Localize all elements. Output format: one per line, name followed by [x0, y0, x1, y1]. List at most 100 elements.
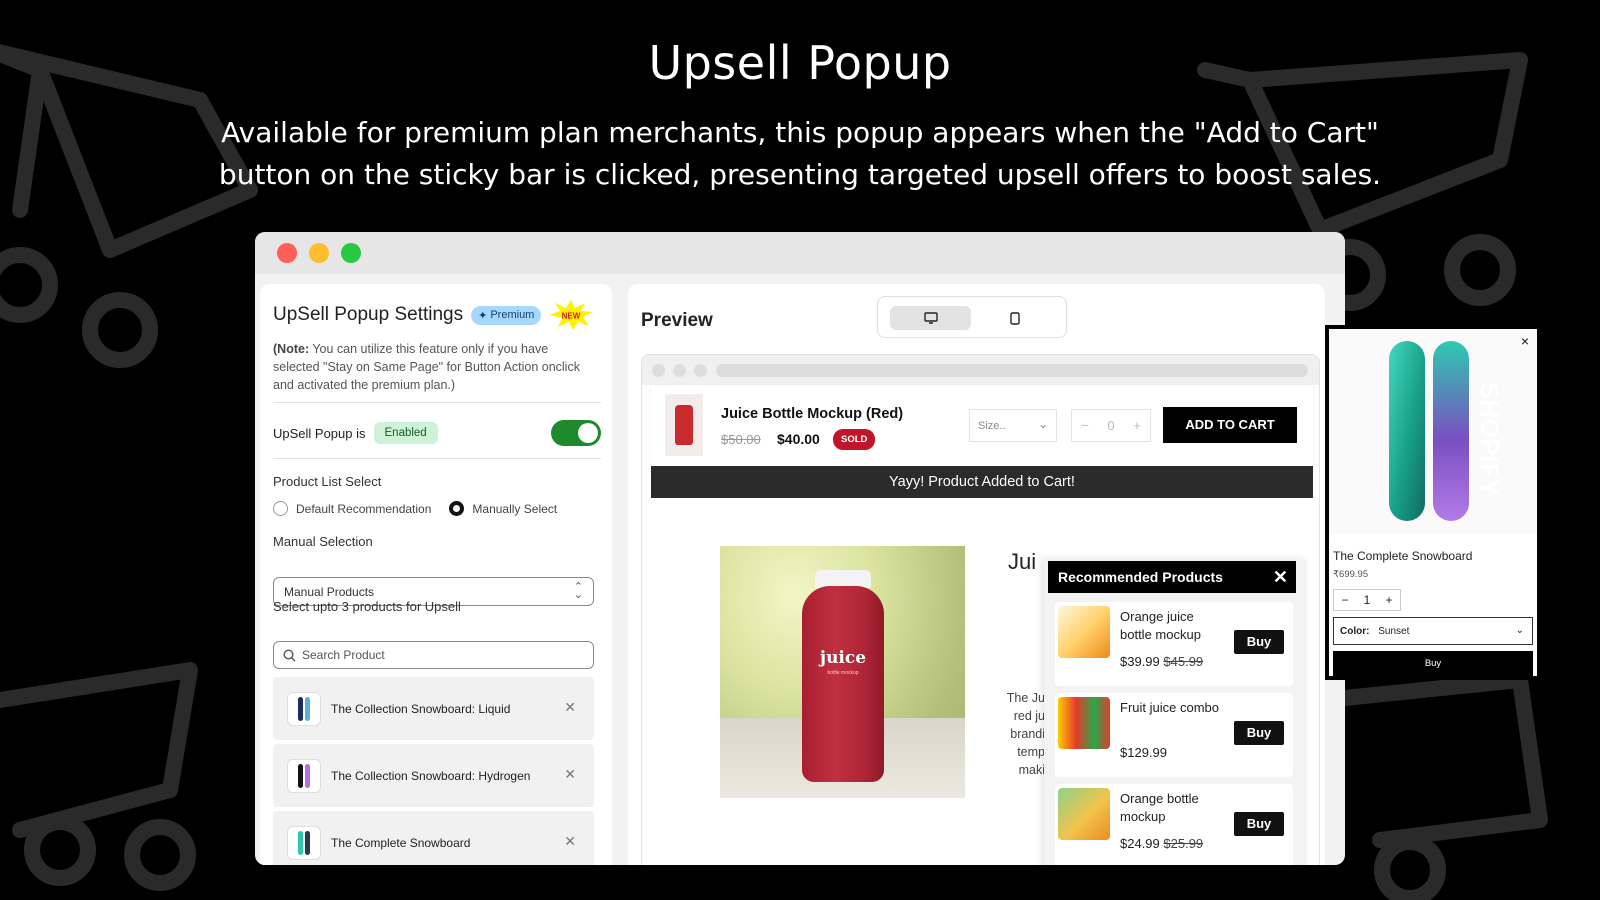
new-badge-icon: NEW [549, 300, 594, 330]
close-icon[interactable]: ✕ [1273, 567, 1288, 588]
recommended-name: Orange juice bottle mockup [1120, 609, 1201, 642]
search-icon [283, 649, 296, 662]
recommended-header: Recommended Products ✕ [1048, 561, 1296, 593]
remove-product-icon[interactable]: ✕ [564, 766, 576, 783]
new-badge-label: NEW [562, 312, 581, 321]
recommended-price-row: $39.99 $45.99 [1120, 654, 1203, 669]
qty-minus-button[interactable]: − [1342, 593, 1349, 607]
manual-selection-value: Manual Products [284, 585, 375, 599]
recommended-item: Fruit juice combo $129.99 Buy [1055, 693, 1293, 777]
premium-badge: ✦ Premium [471, 305, 542, 325]
mobile-icon [1009, 311, 1020, 325]
radio-manually-select[interactable] [449, 501, 465, 516]
recommended-price-row: $24.99 $25.99 [1120, 836, 1203, 851]
sticky-product-name: Juice Bottle Mockup (Red) [721, 406, 904, 422]
browser-dot [673, 364, 686, 377]
recommended-thumbnail [1058, 788, 1110, 840]
hero-title: Upsell Popup [648, 36, 952, 90]
snowboard-quantity-stepper: − 1 + [1333, 589, 1401, 611]
product-list-radio-group: Default Recommendation Manually Select [273, 501, 557, 516]
desktop-icon [923, 312, 938, 324]
divider [273, 402, 601, 403]
radio-default-label: Default Recommendation [296, 501, 432, 516]
close-icon[interactable]: × [1521, 333, 1529, 349]
sticky-price: $40.00 [777, 431, 820, 447]
recommended-price: $24.99 [1120, 836, 1160, 851]
qty-value[interactable]: 0 [1107, 418, 1114, 433]
minimize-window-button[interactable] [309, 243, 329, 263]
quantity-stepper: − 0 + [1071, 409, 1151, 442]
snowboard-brand-text: SHOPIFY [1475, 382, 1505, 496]
remove-product-icon[interactable]: ✕ [564, 833, 576, 850]
window-titlebar [255, 232, 1345, 274]
hero-subtitle: Available for premium plan merchants, th… [218, 116, 1382, 191]
chevron-down-icon: ⌄ [1037, 417, 1048, 431]
qty-value[interactable]: 1 [1364, 593, 1371, 607]
enabled-status-badge: Enabled [373, 422, 438, 444]
juice-product-image: juice bottle mockup [720, 546, 965, 798]
color-label: Color: [1340, 626, 1370, 637]
recommended-buy-button[interactable]: Buy [1234, 812, 1284, 836]
mobile-view-button[interactable] [974, 306, 1055, 330]
description-line: red ju [1013, 709, 1045, 723]
chevron-down-icon: ⌄ [1515, 625, 1524, 636]
select-upto-label: Select upto 3 products for Upsell [273, 599, 461, 614]
search-placeholder: Search Product [302, 648, 385, 662]
qty-plus-button[interactable]: + [1133, 418, 1141, 433]
description-line: temp [1017, 745, 1045, 759]
radio-default-recommendation[interactable] [273, 501, 288, 516]
recommended-price: $129.99 [1120, 745, 1167, 760]
app-window: UpSell Popup Settings ✦ Premium NEW (Not… [255, 232, 1345, 865]
sticky-compare-price: $50.00 [721, 432, 761, 447]
recommended-compare-price: $25.99 [1163, 836, 1204, 851]
selected-product-row: The Collection Snowboard: Hydrogen ✕ [273, 744, 594, 807]
recommended-thumbnail [1058, 606, 1110, 658]
desktop-view-button[interactable] [890, 306, 971, 330]
recommended-title: Recommended Products [1058, 569, 1223, 585]
color-select[interactable]: Color: Sunset ⌄ [1333, 617, 1533, 645]
note-text: You can utilize this feature only if you… [273, 342, 580, 392]
note-prefix: (Note: [273, 342, 310, 356]
mobile-upsell-popup: SHOPIFY × The Complete Snowboard ₹699.95… [1325, 325, 1541, 680]
bottle-label-text: juice [819, 648, 867, 668]
snowboard-thumbnail [287, 825, 321, 860]
upsell-toggle-switch[interactable] [551, 420, 601, 446]
maximize-window-button[interactable] [341, 243, 361, 263]
size-placeholder: Size.. [978, 420, 1006, 432]
search-product-input[interactable]: Search Product [273, 641, 594, 669]
premium-badge-label: Premium [490, 309, 535, 321]
product-page-title: Jui [1008, 549, 1037, 574]
remove-product-icon[interactable]: ✕ [564, 699, 576, 716]
recommended-buy-button[interactable]: Buy [1234, 630, 1284, 654]
browser-mockup: Juice Bottle Mockup (Red) $50.00 $40.00 … [641, 354, 1320, 865]
recommended-item: Orange bottle mockup $24.99 $25.99 Buy [1055, 784, 1293, 865]
manual-selection-label: Manual Selection [273, 534, 373, 549]
qty-plus-button[interactable]: + [1385, 593, 1392, 607]
size-select[interactable]: Size.. ⌄ [969, 409, 1057, 442]
preview-panel: Preview Juice Bottle Mockup (Red) $50.00… [628, 284, 1325, 865]
snowboard-price: ₹699.95 [1333, 569, 1369, 580]
close-window-button[interactable] [277, 243, 297, 263]
snowboard-buy-button[interactable]: Buy [1333, 651, 1533, 676]
color-value: Sunset [1378, 626, 1410, 637]
recommended-name: Fruit juice combo [1120, 700, 1219, 715]
snowboard-name: The Complete Snowboard [1333, 549, 1473, 563]
settings-panel: UpSell Popup Settings ✦ Premium NEW (Not… [260, 284, 612, 865]
description-line: The Ju [1006, 691, 1045, 705]
qty-minus-button[interactable]: − [1081, 418, 1089, 433]
device-toggle [877, 296, 1067, 338]
recommended-buy-button[interactable]: Buy [1234, 721, 1284, 745]
recommended-products-popup: Recommended Products ✕ Orange juice bott… [1044, 559, 1306, 865]
browser-bar [642, 355, 1319, 385]
preview-title: Preview [641, 310, 713, 331]
selected-product-row: The Collection Snowboard: Liquid ✕ [273, 677, 594, 740]
settings-note: (Note: You can utilize this feature only… [273, 340, 593, 394]
sold-badge: SOLD [833, 429, 876, 450]
sticky-add-to-cart-bar: Juice Bottle Mockup (Red) $50.00 $40.00 … [651, 385, 1313, 466]
description-line: maki [1018, 763, 1045, 777]
toggle-label: UpSell Popup is [273, 425, 366, 441]
recommended-name: Orange bottle mockup [1120, 791, 1199, 824]
add-to-cart-button[interactable]: ADD TO CART [1163, 407, 1297, 443]
recommended-price: $39.99 [1120, 654, 1160, 669]
diamond-icon: ✦ [478, 309, 488, 322]
